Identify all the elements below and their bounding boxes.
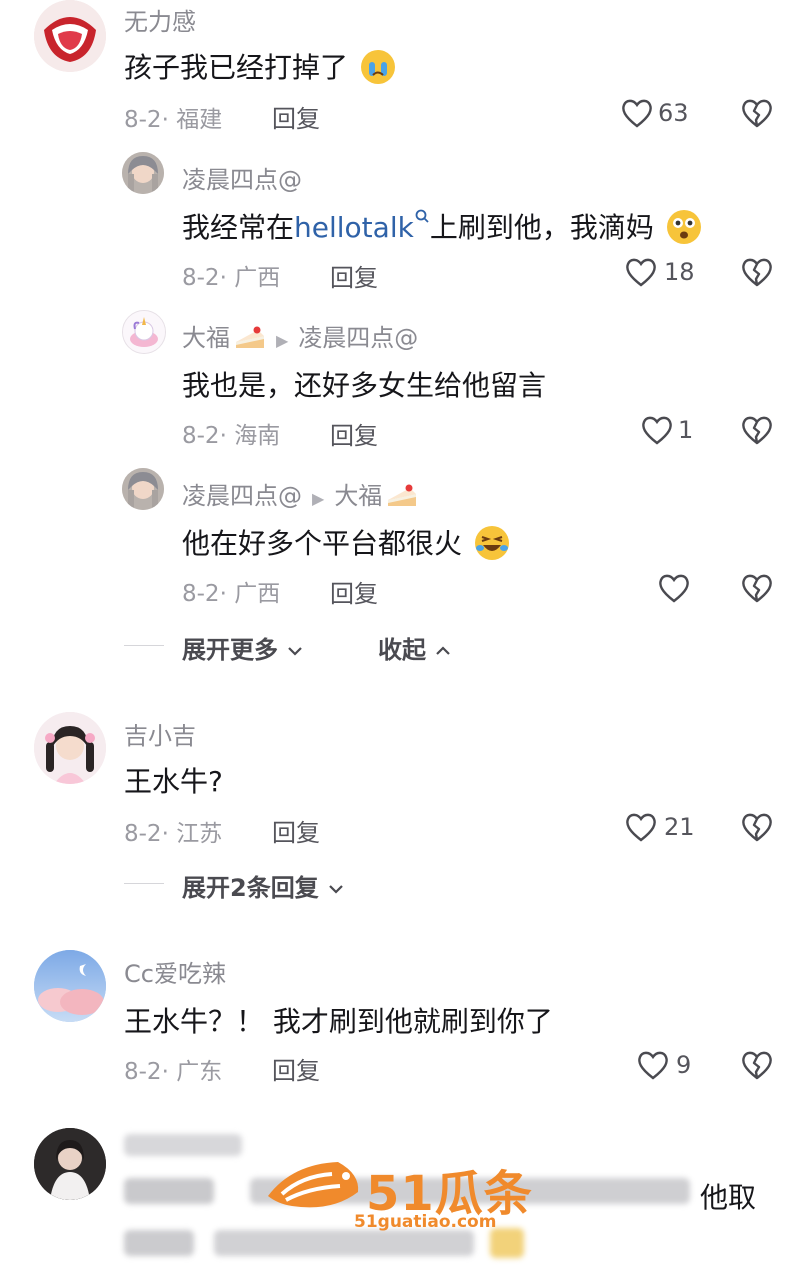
blurred-text — [124, 1178, 214, 1204]
like-count: 9 — [676, 1051, 692, 1079]
reply-text: 我也是，还好多女生给他留言 — [182, 369, 547, 402]
comment-location: 江苏 — [176, 821, 223, 847]
search-icon[interactable] — [414, 208, 430, 224]
search-link[interactable]: hellotalk — [294, 211, 414, 244]
heart-icon[interactable] — [640, 413, 674, 447]
comment-location: 广东 — [176, 1059, 223, 1085]
collapse-label: 收起 — [378, 636, 426, 664]
comment-text-body: 孩子我已经打掉了 — [124, 51, 349, 84]
divider — [124, 645, 164, 646]
watermark-url: 51guatiao.com — [354, 1212, 497, 1232]
reply-author[interactable]: 大福 — [182, 324, 230, 352]
reply-location: 广西 — [234, 581, 281, 607]
reply-meta: 8-2· 广西 — [182, 581, 281, 607]
reply-text-after: 上刷到他，我滴妈 — [429, 211, 654, 244]
reply-author[interactable]: 凌晨四点@ — [182, 482, 302, 510]
like-count: 63 — [658, 99, 689, 127]
comment-text: 王水牛？！ 我才刷到他就刷到你了 — [124, 1005, 553, 1038]
comment-date: 8-2 — [124, 1059, 162, 1085]
reply-button[interactable]: 回复 — [272, 99, 320, 134]
comment-location: 福建 — [176, 107, 223, 133]
comment-meta: 8-2· 江苏 — [124, 821, 223, 847]
blurred-text-tail: 他取 — [700, 1181, 757, 1214]
expand-more-label: 展开更多 — [182, 636, 278, 664]
avatar[interactable] — [122, 152, 164, 194]
reply-text-body: 他在好多个平台都很火 — [182, 527, 463, 560]
like-count: 21 — [664, 813, 695, 841]
reply-text-before: 我经常在 — [182, 211, 295, 244]
cake-emoji-icon — [386, 482, 418, 508]
chevron-up-icon — [436, 646, 451, 655]
laughing-emoji-icon — [474, 526, 509, 560]
crying-emoji-icon — [360, 50, 395, 84]
triangle-right-icon: ▶ — [312, 489, 325, 508]
broken-heart-icon[interactable] — [740, 571, 774, 605]
chevron-down-icon — [329, 885, 343, 894]
broken-heart-icon[interactable] — [740, 1048, 774, 1082]
reply-date: 8-2 — [182, 581, 220, 607]
broken-heart-icon[interactable] — [740, 413, 774, 447]
reply-button[interactable]: 回复 — [330, 416, 378, 451]
comment-username[interactable]: 吉小吉 — [124, 716, 196, 751]
avatar[interactable] — [34, 712, 106, 784]
reply-date: 8-2 — [182, 423, 220, 449]
comment-text: 王水牛? — [124, 765, 223, 798]
avatar[interactable] — [122, 468, 164, 510]
reply-button[interactable]: 回复 — [330, 258, 378, 293]
shocked-emoji-icon — [666, 210, 701, 244]
reply-button[interactable]: 回复 — [272, 1051, 320, 1086]
collapse-button[interactable]: 收起 — [378, 630, 452, 665]
expand-replies-label: 展开2条回复 — [182, 874, 319, 902]
broken-heart-icon[interactable] — [740, 810, 774, 844]
broken-heart-icon[interactable] — [740, 96, 774, 130]
heart-icon[interactable] — [636, 1048, 670, 1082]
broken-heart-icon[interactable] — [740, 255, 774, 289]
comment-date: 8-2 — [124, 107, 162, 133]
reply-meta: 8-2· 海南 — [182, 423, 281, 449]
heart-icon[interactable] — [624, 810, 658, 844]
blurred-username — [124, 1134, 242, 1156]
reply-meta: 8-2· 广西 — [182, 265, 281, 291]
reply-username[interactable]: 凌晨四点@ — [182, 160, 302, 195]
divider — [124, 883, 164, 884]
comment-meta: 8-2· 福建 — [124, 107, 223, 133]
chevron-down-icon — [288, 647, 303, 656]
heart-icon[interactable] — [620, 96, 654, 130]
reply-text: 他在好多个平台都很火 — [182, 522, 509, 562]
reply-date: 8-2 — [182, 265, 220, 291]
reply-button[interactable]: 回复 — [272, 813, 320, 848]
triangle-right-icon: ▶ — [276, 331, 289, 350]
reply-username: 凌晨四点@ ▶ 大福 — [182, 476, 418, 511]
like-count: 1 — [678, 416, 694, 444]
comment-date: 8-2 — [124, 821, 162, 847]
avatar[interactable] — [34, 0, 106, 72]
comment-username[interactable]: 无力感 — [124, 2, 196, 37]
comment-meta: 8-2· 广东 — [124, 1059, 223, 1085]
reply-location: 海南 — [234, 423, 281, 449]
reply-target[interactable]: 凌晨四点@ — [298, 324, 418, 352]
reply-target[interactable]: 大福 — [334, 482, 382, 510]
reply-location: 广西 — [234, 265, 281, 291]
reply-username: 大福 ▶ 凌晨四点@ — [182, 318, 418, 353]
cake-emoji-icon — [234, 324, 266, 350]
reply-text: 我经常在hellotalk 上刷到他，我滴妈 — [182, 206, 701, 246]
avatar[interactable] — [122, 310, 166, 354]
fish-logo-icon — [268, 1162, 359, 1208]
comment-username[interactable]: Cc爱吃辣 — [124, 954, 226, 989]
avatar[interactable] — [34, 950, 106, 1022]
like-count: 18 — [664, 258, 695, 286]
reply-button[interactable]: 回复 — [330, 574, 378, 609]
heart-icon[interactable] — [657, 571, 691, 605]
blurred-text — [124, 1230, 194, 1256]
avatar[interactable] — [34, 1128, 106, 1200]
watermark: 51瓜条 51guatiao.com — [262, 1150, 552, 1240]
expand-replies-button[interactable]: 展开2条回复 — [182, 868, 345, 903]
comment-text: 孩子我已经打掉了 — [124, 46, 395, 86]
heart-icon[interactable] — [624, 255, 658, 289]
expand-more-button[interactable]: 展开更多 — [182, 630, 304, 665]
